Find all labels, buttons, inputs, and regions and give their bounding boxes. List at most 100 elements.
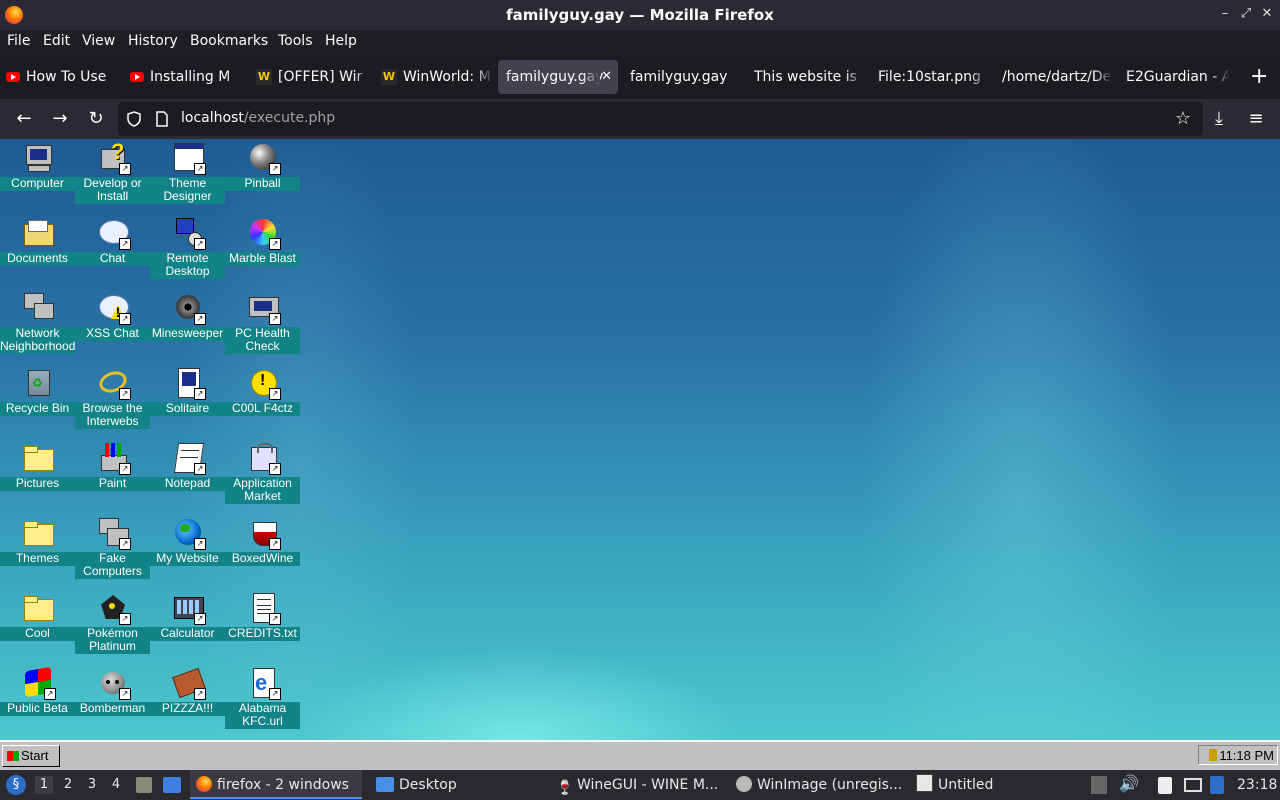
task-label: Untitled	[938, 777, 994, 793]
workspace-3[interactable]: 3	[83, 776, 101, 794]
tab[interactable]: /home/dartz/De	[1002, 60, 1112, 94]
desktop-icon[interactable]: ↗ Paint	[75, 439, 150, 514]
tab[interactable]: How To Use	[6, 60, 120, 94]
notification-icon[interactable]	[1210, 776, 1224, 794]
tab[interactable]: E2Guardian - A	[1126, 60, 1230, 94]
workspace-4[interactable]: 4	[107, 776, 125, 794]
desktop-icon[interactable]: e ↗ Alabama KFC.url	[225, 664, 300, 739]
window-title: familyguy.gay — Mozilla Firefox	[506, 6, 774, 24]
desktop-icon[interactable]: ↗ PIZZZA!!!	[150, 664, 225, 739]
shield-icon[interactable]	[126, 111, 142, 127]
desktop-icon-label: Calculator	[150, 627, 225, 641]
task-firefox[interactable]: firefox - 2 windows	[190, 770, 362, 800]
desktop-launcher-icon[interactable]	[163, 777, 181, 793]
desktop-icon-label: Chat	[75, 252, 150, 266]
downloads-icon[interactable]: ⤓	[1207, 108, 1231, 130]
workspace-2[interactable]: 2	[59, 776, 77, 794]
desktop-icon-label: Network Neighborhood	[0, 326, 76, 354]
menu-history[interactable]: History	[128, 33, 178, 49]
task-winimage[interactable]: WinImage (unregis...	[732, 770, 902, 800]
desktop-icon[interactable]: ↗ Fake Computers	[75, 514, 150, 589]
tab[interactable]: W WinWorld: M	[381, 60, 493, 94]
task-winegui[interactable]: 🍷 WineGUI - WINE M...	[552, 770, 724, 800]
back-arrow-icon[interactable]: ←	[12, 108, 36, 130]
desktop-icon[interactable]: ↗ Notepad	[150, 439, 225, 514]
shortcut-arrow-icon: ↗	[119, 313, 131, 325]
desktop-icon[interactable]: ↗ Marble Blast	[225, 214, 300, 289]
volume-icon[interactable]: 🔊	[1119, 774, 1139, 793]
desktop-icon[interactable]: ? ↗ Develop or Install	[75, 139, 150, 214]
window-titlebar: familyguy.gay — Mozilla Firefox – ⤢ ✕	[0, 0, 1280, 31]
desktop-icon[interactable]: ↗ CREDITS.txt	[225, 589, 300, 664]
desktop-icon[interactable]: ↗ Public Beta	[0, 664, 75, 739]
tab[interactable]: W [OFFER] Wir	[256, 60, 372, 94]
tab[interactable]: This website is	[754, 60, 864, 94]
menu-help[interactable]: Help	[325, 33, 357, 49]
bookmark-star-icon[interactable]: ☆	[1175, 108, 1191, 129]
shortcut-arrow-icon: ↗	[269, 463, 281, 475]
tab-active[interactable]: familyguy.gay ✕	[498, 60, 618, 94]
desktop-icon[interactable]: ↗ My Website	[150, 514, 225, 589]
desktop-icon[interactable]: ↗ Chat	[75, 214, 150, 289]
desktop-icon[interactable]: ↗ PC Health Check	[225, 289, 300, 364]
desktop-icon[interactable]: ↗ Browse the Interwebs	[75, 364, 150, 439]
tab[interactable]: File:10star.png	[878, 60, 988, 94]
volume-icon[interactable]	[1209, 749, 1218, 761]
menu-edit[interactable]: Edit	[43, 33, 70, 49]
task-untitled[interactable]: Untitled	[912, 770, 1072, 800]
tray-arrow-icon[interactable]	[1091, 776, 1107, 794]
page-icon[interactable]	[155, 111, 169, 127]
file-manager-launcher-icon[interactable]	[136, 777, 152, 793]
new-tab-plus-icon[interactable]: +	[1250, 64, 1268, 90]
close-icon[interactable]: ✕	[1258, 6, 1276, 21]
tab[interactable]: Installing M	[130, 60, 244, 94]
desktop-icon[interactable]: ↗ Pokémon Platinum	[75, 589, 150, 664]
desktop-icon[interactable]: Cool	[0, 589, 75, 664]
desktop-icon[interactable]: Network Neighborhood	[0, 289, 75, 364]
desktop-icon[interactable]: ↗ Calculator	[150, 589, 225, 664]
menu-view[interactable]: View	[82, 33, 115, 49]
desktop-icon[interactable]: ↗ Pinball	[225, 139, 300, 214]
winimage-icon	[736, 776, 752, 792]
desktop-icon[interactable]: ↗ Minesweeper	[150, 289, 225, 364]
menu-file[interactable]: File	[7, 33, 30, 49]
task-label: firefox - 2 windows	[217, 777, 349, 793]
desktop-icon[interactable]: ↗ Theme Designer	[150, 139, 225, 214]
desktop-icon[interactable]: ↗ Bomberman	[75, 664, 150, 739]
url-text[interactable]: localhost/execute.php	[181, 110, 335, 126]
forward-arrow-icon[interactable]: →	[48, 108, 72, 130]
desktop-icon[interactable]: ♻ Recycle Bin	[0, 364, 75, 439]
tab-close-icon[interactable]: ✕	[601, 60, 612, 94]
win98-taskbar: Start 11:18 PM	[0, 740, 1280, 772]
desktop-icon[interactable]: Documents	[0, 214, 75, 289]
desktop-icon[interactable]: ↗ Solitaire	[150, 364, 225, 439]
network-icon[interactable]	[1184, 778, 1202, 792]
app-menu-hamburger-icon[interactable]: ≡	[1244, 108, 1268, 130]
desktop-app-icon	[22, 441, 54, 473]
desktop-app-icon: ↗	[247, 141, 281, 175]
desktop-icon[interactable]: ! ↗ XSS Chat	[75, 289, 150, 364]
desktop-icon-label: Recycle Bin	[0, 402, 75, 416]
maximize-icon[interactable]: ⤢	[1237, 6, 1255, 21]
clipboard-icon[interactable]	[1158, 777, 1172, 794]
win98-clock: 11:18 PM	[1219, 748, 1274, 763]
menu-tools[interactable]: Tools	[278, 33, 313, 49]
desktop-icon[interactable]: Computer	[0, 139, 75, 214]
url-bar[interactable]: localhost/execute.php ☆	[118, 102, 1203, 136]
desktop-icon[interactable]: ↗ Remote Desktop	[150, 214, 225, 289]
desktop-icon[interactable]: Pictures	[0, 439, 75, 514]
task-desktop[interactable]: Desktop	[370, 770, 540, 800]
desktop-icon[interactable]: ↗ BoxedWine	[225, 514, 300, 589]
desktop-icon[interactable]: Themes	[0, 514, 75, 589]
workspace-1[interactable]: 1	[35, 776, 53, 794]
desktop-app-icon: ♻	[22, 366, 54, 398]
minimize-icon[interactable]: –	[1216, 6, 1234, 21]
tab[interactable]: familyguy.gay	[630, 60, 740, 94]
desktop-icon-label: Remote Desktop	[150, 252, 225, 279]
menu-bookmarks[interactable]: Bookmarks	[190, 33, 268, 49]
system-menu-icon[interactable]: §	[6, 775, 26, 795]
reload-icon[interactable]: ↻	[84, 108, 108, 130]
desktop-icon[interactable]: ! ↗ C00L F4ctz	[225, 364, 300, 439]
start-button[interactable]: Start	[2, 745, 60, 767]
desktop-icon[interactable]: ↗ Application Market	[225, 439, 300, 514]
